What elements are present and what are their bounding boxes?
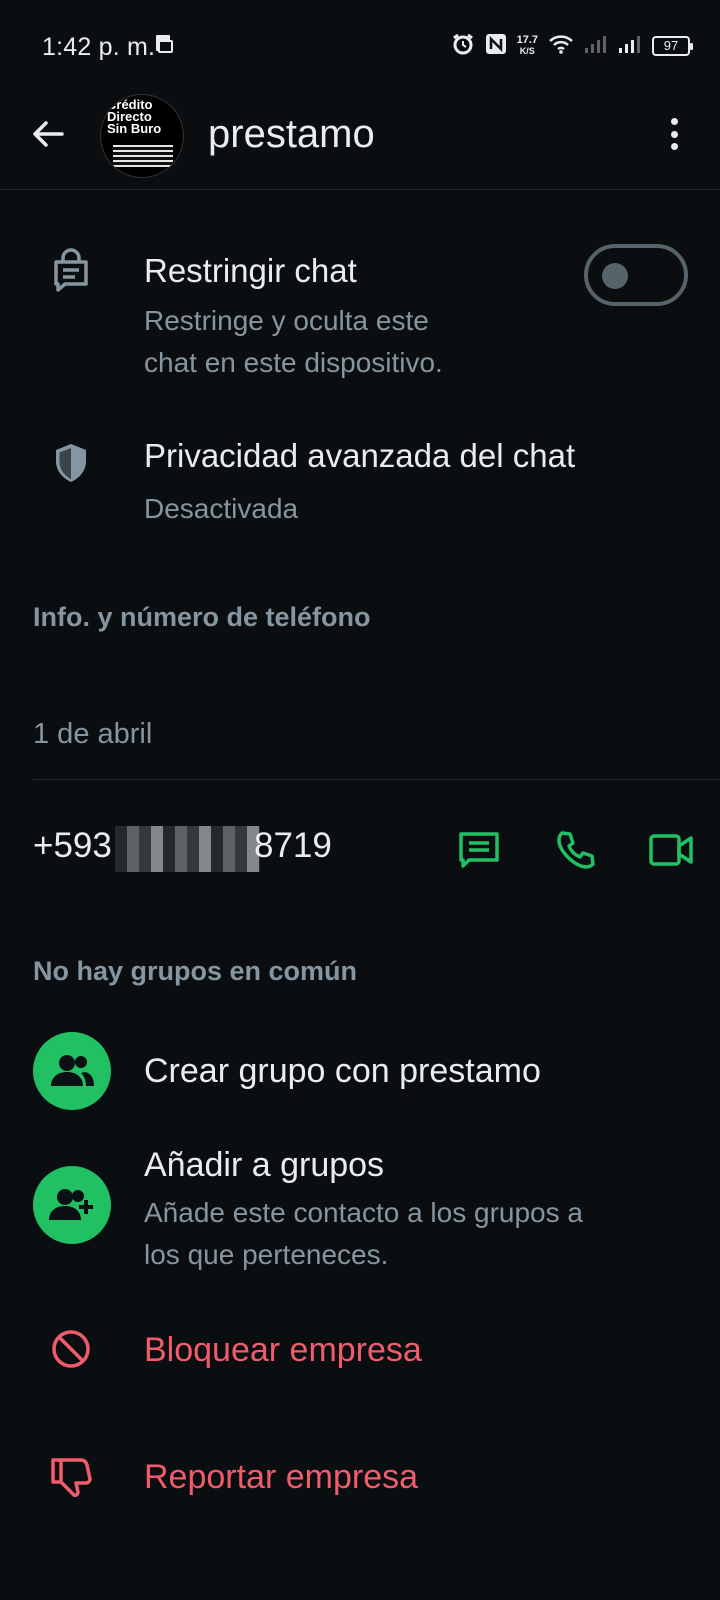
avatar-logo-text: Crédito Directo Sin Buro (107, 98, 162, 136)
add-to-groups-subtitle: Añade este contacto a los grupos a (144, 1197, 583, 1228)
message-icon (459, 832, 499, 868)
signal-sim1-icon (584, 34, 608, 59)
dot-icon (670, 143, 678, 150)
groups-section-label: No hay grupos en común (33, 956, 358, 986)
battery-indicator: 97 (652, 36, 693, 56)
network-speed-unit: K/S (519, 46, 535, 56)
restrict-chat-subtitle: chat en este dispositivo. (144, 347, 443, 378)
advanced-privacy-title: Privacidad avanzada del chat (144, 437, 576, 474)
avatar-logo-line: Sin Buro (107, 121, 162, 136)
status-icons: 17.7 K/S 97 (451, 30, 693, 62)
video-call-button[interactable] (647, 826, 695, 874)
chat-info-header: Crédito Directo Sin Buro prestamo (0, 92, 720, 190)
restrict-chat-title: Restringir chat (144, 252, 357, 289)
add-to-groups-title: Añadir a grupos (144, 1146, 385, 1184)
avatar-graphic (113, 145, 173, 167)
add-to-groups-subtitle: los que perteneces. (144, 1239, 389, 1270)
block-business-label: Bloquear empresa (144, 1331, 422, 1369)
more-options-button[interactable] (664, 114, 684, 154)
network-speed-value: 17.7 (516, 34, 538, 46)
restrict-chat-toggle[interactable] (584, 244, 688, 306)
toggle-knob (602, 263, 628, 289)
phone-clone-icon (153, 33, 175, 60)
add-to-group-icon (33, 1166, 111, 1244)
dot-icon (670, 118, 678, 125)
status-time: 1:42 p. m. (42, 33, 156, 61)
dot-icon (670, 130, 678, 138)
phone-number-prefix: +593 (33, 826, 112, 865)
contact-avatar[interactable]: Crédito Directo Sin Buro (100, 94, 184, 178)
divider (33, 779, 720, 780)
group-icon (51, 1055, 94, 1086)
message-button[interactable] (455, 826, 503, 874)
status-bar: 1:42 p. m. 17.7 K/S 97 (0, 0, 720, 92)
create-group-icon (33, 1032, 111, 1110)
block-icon (48, 1326, 94, 1372)
nfc-icon (485, 33, 507, 60)
chat-lock-icon (48, 248, 94, 294)
back-button[interactable] (28, 114, 68, 154)
phone-number-suffix: 8719 (254, 826, 332, 865)
voice-call-button[interactable] (551, 826, 599, 874)
signal-sim2-icon (618, 34, 642, 59)
phone-icon (557, 831, 595, 869)
report-business-label: Reportar empresa (144, 1458, 419, 1496)
contact-name[interactable]: prestamo (208, 112, 375, 157)
back-arrow-icon (33, 121, 64, 147)
info-section-label: Info. y número de teléfono (33, 602, 371, 632)
alarm-icon (451, 32, 475, 61)
wifi-icon (548, 33, 574, 60)
redacted-digits (115, 826, 260, 872)
video-camera-icon (649, 834, 693, 866)
restrict-chat-subtitle: Restringe y oculta este (144, 305, 429, 336)
thumbs-down-icon (48, 1454, 94, 1500)
network-speed: 17.7 K/S (517, 35, 538, 57)
shield-icon (48, 440, 94, 486)
about-date: 1 de abril (33, 718, 153, 750)
group-add-icon (49, 1189, 93, 1220)
advanced-privacy-status: Desactivada (144, 493, 299, 524)
create-group-label: Crear grupo con prestamo (144, 1052, 541, 1090)
